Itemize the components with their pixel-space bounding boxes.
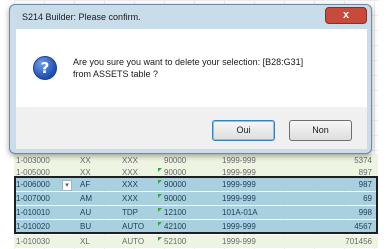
confirm-dialog: S214 Builder: Please confirm. x ? Are yo… [9,4,372,154]
dialog-body: ? Are you sure you want to delete your s… [16,29,367,107]
table-row-selected[interactable]: 1-006000 ▾ AF XXX 90000 1999-999 987 [14,178,378,191]
question-icon: ? [33,56,57,80]
row-code: AU [80,208,92,217]
cell-comment-marker [158,237,162,241]
dialog-message-line-1: Are you sure you want to delete your sel… [73,57,304,67]
table-row[interactable]: 1-010030 XL AUTO 52100 1999-999 701456 [14,235,378,248]
row-number: 42100 [164,222,187,231]
close-button[interactable]: x [325,7,367,24]
row-type: TDP [122,208,138,217]
dialog-footer: Oui Non [16,107,367,149]
row-range: 1999-999 [222,168,256,177]
dialog-message: Are you sure you want to delete your sel… [73,56,358,80]
row-type: AUTO [122,237,145,246]
row-value: 998 [358,208,372,217]
table-row-selected[interactable]: 1-010020 BU AUTO 42100 1999-999 4567 [14,220,378,233]
cell-comment-marker [158,180,162,184]
row-code: XL [80,237,90,246]
row-code: BU [80,222,92,231]
row-range: 101A-01A [222,208,258,217]
cell-comment-marker [158,208,162,212]
dialog-message-line-2: from ASSETS table ? [73,69,159,79]
row-range: 1999-999 [222,237,256,246]
row-range: 1999-999 [222,222,256,231]
yes-button[interactable]: Oui [212,120,275,141]
row-range: 1999-999 [222,156,256,165]
row-number: 90000 [164,194,187,203]
row-value: 701456 [345,237,372,246]
row-number: 90000 [164,180,187,189]
row-type: AUTO [122,222,145,231]
close-icon: x [342,9,350,21]
row-type: XXX [122,168,139,177]
row-range: 1999-999 [222,180,256,189]
cell-comment-marker [158,222,162,226]
row-range: 1999-999 [222,194,256,203]
row-value: 987 [358,180,372,189]
row-type: XXX [122,180,139,189]
row-ref: 1-003000 [16,156,50,165]
row-number: 90000 [164,156,187,165]
row-ref: 1-007000 [16,194,50,203]
row-number: 52100 [164,237,187,246]
row-ref: 1-010010 [16,208,50,217]
row-value: 69 [363,194,372,203]
row-value: 5374 [354,156,372,165]
dialog-title: S214 Builder: Please confirm. [22,12,141,22]
row-type: XXX [122,156,139,165]
cell-comment-marker [158,194,162,198]
row-code: XX [80,168,91,177]
dialog-titlebar[interactable]: S214 Builder: Please confirm. x [10,5,371,29]
cell-comment-marker [158,168,162,172]
row-code: AF [80,180,91,189]
row-type: XXX [122,194,139,203]
row-code: XX [80,156,91,165]
row-ref: 1-005000 [16,168,50,177]
row-ref: 1-010030 [16,237,50,246]
row-ref: 1-006000 [16,180,50,189]
no-button[interactable]: Non [289,120,352,141]
row-value: 4567 [354,222,372,231]
row-number: 12100 [164,208,187,217]
row-ref: 1-010020 [16,222,50,231]
row-code: AM [80,194,92,203]
table-row-selected[interactable]: 1-007000 AM XXX 90000 1999-999 69 [14,192,378,205]
row-value: 897 [358,168,372,177]
row-number: 90000 [164,168,187,177]
dropdown-arrow-icon[interactable]: ▾ [62,180,72,191]
table-row-selected[interactable]: 1-010010 AU TDP 12100 101A-01A 998 [14,206,378,219]
